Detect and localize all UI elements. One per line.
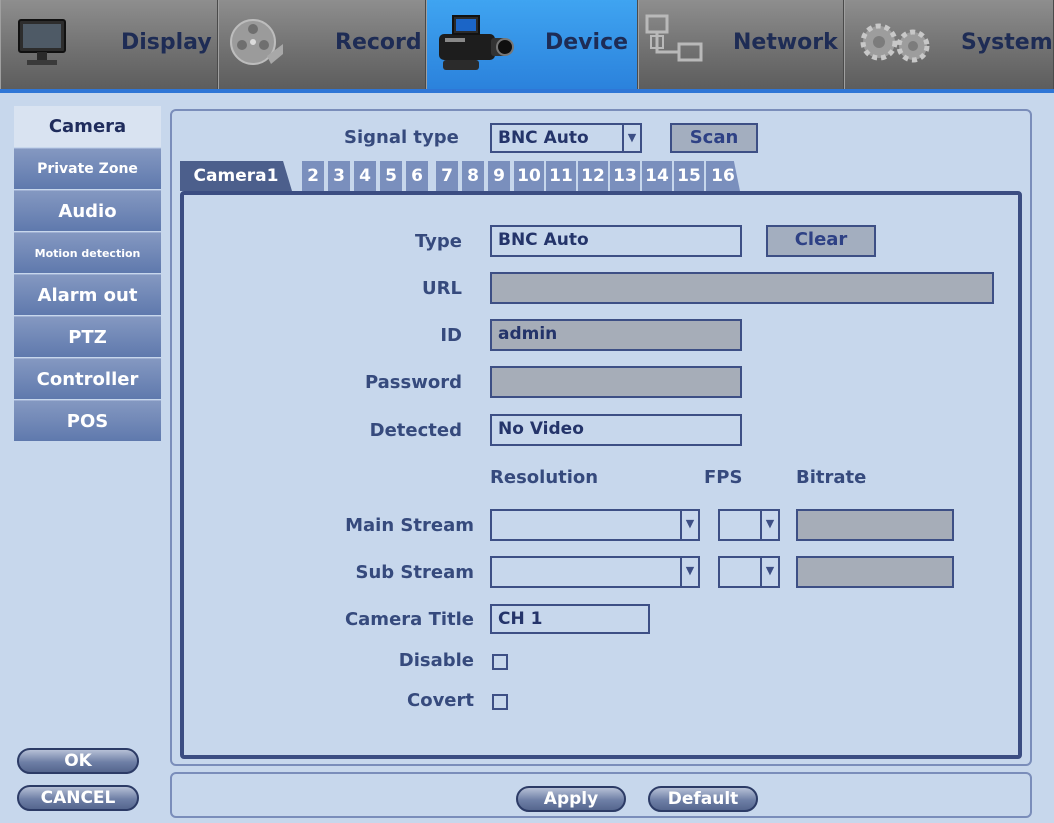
covert-label: Covert [407,690,474,711]
main-stream-fps-select[interactable]: ▼ [718,509,780,541]
tab-camera-15[interactable]: 15 [674,161,704,191]
password-label: Password [364,372,462,393]
disable-label: Disable [398,650,474,671]
sidebar-item-ptz[interactable]: PTZ [14,316,161,357]
chevron-down-icon: ▼ [680,511,698,539]
monitor-icon [17,16,67,72]
chevron-down-icon: ▼ [680,558,698,586]
scan-button[interactable]: Scan [670,123,758,153]
main-stream-bitrate-field[interactable] [796,509,954,541]
top-menu-bar: Display Record Device Network System [0,0,1054,93]
signal-type-value: BNC Auto [498,128,589,148]
menu-tab-system[interactable]: System [844,0,1054,89]
tab-camera-13[interactable]: 13 [610,161,640,191]
menu-tab-label: Record [335,30,422,55]
tab-camera-1[interactable]: Camera1 [180,161,292,191]
menu-tab-label: System [961,30,1053,55]
detected-field: No Video [490,414,742,446]
cancel-button[interactable]: CANCEL [17,785,139,811]
covert-checkbox[interactable] [492,694,508,710]
sub-stream-label: Sub Stream [355,562,475,583]
ok-button[interactable]: OK [17,748,139,774]
film-reel-icon [227,14,285,76]
bitrate-header: Bitrate [796,467,867,488]
apply-button[interactable]: Apply [516,786,626,812]
url-field[interactable] [490,272,994,304]
sidebar-item-private-zone[interactable]: Private Zone [14,148,161,189]
sub-stream-fps-select[interactable]: ▼ [718,556,780,588]
id-field[interactable]: admin [490,319,742,351]
default-button[interactable]: Default [648,786,758,812]
signal-type-label: Signal type [344,127,459,148]
network-icon [643,14,707,78]
sidebar: Camera Private Zone Audio Motion detecti… [14,106,161,442]
fps-header: FPS [704,467,743,488]
menu-tab-label: Device [545,30,629,55]
resolution-header: Resolution [490,467,599,488]
gears-icon [857,20,937,70]
disable-checkbox[interactable] [492,654,508,670]
camcorder-icon [433,10,517,80]
sub-stream-bitrate-field[interactable] [796,556,954,588]
tab-camera-3[interactable]: 3 [328,161,350,191]
password-field[interactable] [490,366,742,398]
camera-title-field[interactable]: CH 1 [490,604,650,634]
sidebar-item-motion-detection[interactable]: Motion detection [14,232,161,273]
tab-camera-14[interactable]: 14 [642,161,672,191]
tab-camera-9[interactable]: 9 [488,161,510,191]
action-bar: Apply Default [170,772,1032,818]
sidebar-item-pos[interactable]: POS [14,400,161,441]
camera-title-label: Camera Title [344,609,474,630]
clear-button[interactable]: Clear [766,225,876,257]
sidebar-item-alarm-out[interactable]: Alarm out [14,274,161,315]
tab-camera-12[interactable]: 12 [578,161,608,191]
main-stream-label: Main Stream [345,515,474,536]
menu-tab-device[interactable]: Device [426,0,638,89]
tab-camera-5[interactable]: 5 [380,161,402,191]
chevron-down-icon: ▼ [622,125,640,151]
tab-camera-10[interactable]: 10 [514,161,544,191]
camera-settings-panel: Signal type BNC Auto ▼ Scan Camera1 2 3 … [170,109,1032,766]
menu-tab-display[interactable]: Display [0,0,218,89]
menu-tab-network[interactable]: Network [638,0,844,89]
sidebar-item-camera[interactable]: Camera [14,106,161,147]
id-label: ID [440,325,462,346]
chevron-down-icon: ▼ [760,558,778,586]
tab-camera-7[interactable]: 7 [436,161,458,191]
chevron-down-icon: ▼ [760,511,778,539]
tab-camera-6[interactable]: 6 [406,161,428,191]
menu-tab-label: Network [733,30,838,55]
sidebar-item-controller[interactable]: Controller [14,358,161,399]
url-label: URL [422,278,462,299]
tab-camera-8[interactable]: 8 [462,161,484,191]
tab-camera-4[interactable]: 4 [354,161,376,191]
type-label: Type [415,231,462,252]
tab-camera-11[interactable]: 11 [546,161,576,191]
tab-camera-16[interactable]: 16 [706,161,740,191]
main-stream-resolution-select[interactable]: ▼ [490,509,700,541]
type-field: BNC Auto [490,225,742,257]
sidebar-item-audio[interactable]: Audio [14,190,161,231]
tab-camera-2[interactable]: 2 [302,161,324,191]
menu-tab-record[interactable]: Record [218,0,426,89]
detected-label: Detected [369,420,462,441]
menu-tab-label: Display [121,30,212,55]
sub-stream-resolution-select[interactable]: ▼ [490,556,700,588]
signal-type-select[interactable]: BNC Auto ▼ [490,123,642,153]
